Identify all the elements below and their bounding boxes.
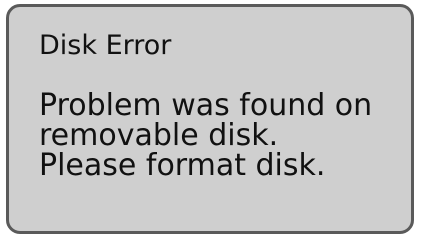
disk-error-dialog: Disk Error Problem was found on removabl… [6, 4, 414, 234]
message-line-2: removable disk. [39, 118, 279, 153]
dialog-title: Disk Error [39, 30, 172, 61]
message-line-3: Please format disk. [39, 148, 326, 183]
message-line-1: Problem was found on [39, 88, 373, 123]
dialog-message: Problem was found on removable disk. Ple… [39, 91, 399, 181]
